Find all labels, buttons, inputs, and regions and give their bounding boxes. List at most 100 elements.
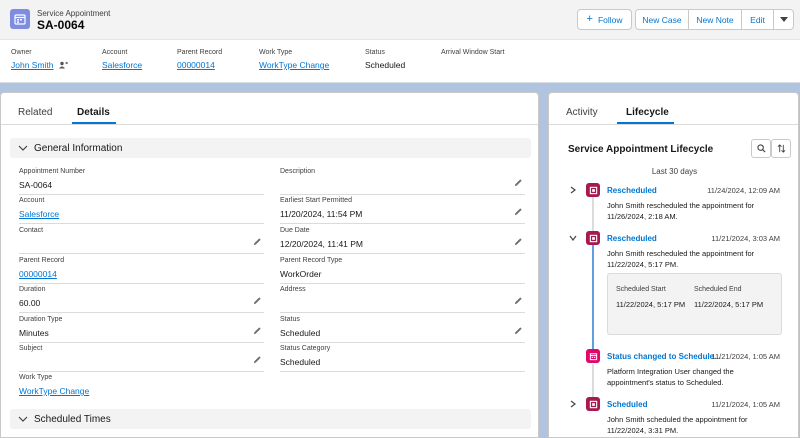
field-earliest-start: Earliest Start Permitted 11/20/2024, 11:…: [280, 197, 525, 224]
timeline-item-title[interactable]: Rescheduled: [607, 186, 657, 195]
highlight-work-type: Work Type WorkType Change: [259, 49, 329, 70]
change-owner-icon[interactable]: [58, 61, 68, 71]
field-label: Subject: [19, 345, 43, 352]
left-tab-bar: Related Details: [1, 93, 538, 125]
record-header-top: Service Appointment SA-0064 + Follow New…: [0, 0, 800, 40]
work-type-link[interactable]: WorkType Change: [259, 60, 329, 70]
field-subject: Subject: [19, 345, 264, 372]
new-case-button[interactable]: New Case: [635, 9, 689, 30]
chevron-down-icon: [18, 145, 28, 151]
account-label: Account: [102, 49, 128, 56]
chevron-right-icon[interactable]: [569, 186, 577, 194]
tab-lifecycle[interactable]: Lifecycle: [626, 107, 669, 118]
timeline-item-detail-box: Scheduled Start 11/22/2024, 5:17 PM Sche…: [607, 273, 782, 335]
chevron-down-icon: [18, 416, 28, 422]
edit-pencil-icon[interactable]: [514, 207, 523, 216]
lifecycle-range: Last 30 days: [651, 167, 698, 176]
parent-record-link[interactable]: 00000014: [177, 60, 215, 70]
tab-activity[interactable]: Activity: [566, 107, 598, 118]
action-button-group: New Case New Note Edit: [635, 9, 794, 30]
field-label: Appointment Number: [19, 168, 86, 175]
tab-details[interactable]: Details: [77, 107, 110, 118]
timeline-item-date: 11/21/2024, 1:05 AM: [711, 400, 780, 409]
timeline-item-description: John Smith rescheduled the appointment f…: [607, 201, 755, 221]
record-actions: + Follow New Case New Note Edit: [577, 9, 794, 30]
chevron-down-icon[interactable]: [569, 234, 577, 242]
field-status: Status Scheduled: [280, 316, 525, 343]
field-label: Parent Record Type: [280, 257, 343, 264]
section-title: General Information: [34, 142, 123, 154]
field-duration: Duration 60.00: [19, 286, 264, 313]
search-button[interactable]: [751, 139, 771, 158]
section-scheduled-times[interactable]: Scheduled Times: [10, 409, 531, 429]
field-appointment-number: Appointment Number SA-0064: [19, 168, 264, 195]
highlight-parent-record: Parent Record 00000014: [177, 49, 222, 70]
more-actions-button[interactable]: [773, 9, 794, 30]
parent-record-label: Parent Record: [177, 49, 223, 56]
timeline-item-title[interactable]: Scheduled: [607, 400, 647, 409]
account-field-link[interactable]: Salesforce: [19, 209, 59, 219]
timeline-item-title[interactable]: Rescheduled: [607, 234, 657, 243]
work-type-field-link[interactable]: WorkType Change: [19, 386, 89, 396]
active-tab-indicator: [72, 122, 116, 124]
edit-pencil-icon[interactable]: [253, 355, 262, 364]
field-label: Work Type: [19, 374, 53, 381]
timeline-connector: [592, 197, 594, 231]
highlights-panel: Owner John Smith Account Salesforce Pare…: [0, 49, 800, 79]
timeline-item-date: 11/21/2024, 3:03 AM: [711, 234, 780, 243]
highlight-account: Account Salesforce: [102, 49, 142, 70]
arrival-window-label: Arrival Window Start: [441, 49, 505, 56]
object-type-label: Service Appointment: [37, 9, 111, 18]
field-value: Scheduled: [280, 328, 321, 338]
follow-button[interactable]: + Follow: [577, 9, 632, 30]
field-label: Status Category: [280, 345, 331, 352]
edit-pencil-icon[interactable]: [514, 326, 523, 335]
follow-label: Follow: [597, 14, 623, 25]
edit-pencil-icon[interactable]: [514, 237, 523, 246]
scheduled-start-value: 11/22/2024, 5:17 PM: [616, 300, 686, 309]
edit-pencil-icon[interactable]: [253, 237, 262, 246]
timeline-item-title[interactable]: Status changed to Schedule...: [607, 352, 721, 361]
field-label: Parent Record: [19, 257, 65, 264]
service-appointment-event-icon: [586, 231, 600, 245]
plus-icon: +: [586, 13, 593, 25]
work-type-label: Work Type: [259, 49, 293, 56]
owner-link[interactable]: John Smith: [11, 60, 54, 70]
record-name: SA-0064: [37, 18, 85, 32]
field-label: Description: [280, 168, 316, 175]
field-label: Duration Type: [19, 316, 63, 323]
chevron-right-icon[interactable]: [569, 400, 577, 408]
status-label: Status: [365, 49, 385, 56]
sort-button[interactable]: [771, 139, 791, 158]
new-note-button[interactable]: New Note: [688, 9, 742, 30]
timeline-item-description: John Smith scheduled the appointment for…: [607, 415, 748, 435]
field-account: Account Salesforce: [19, 197, 264, 224]
status-change-icon: [586, 349, 600, 363]
chevron-down-icon: [779, 16, 788, 22]
edit-pencil-icon[interactable]: [514, 178, 523, 187]
field-label: Status: [280, 316, 300, 323]
field-label: Earliest Start Permitted: [280, 197, 352, 204]
highlight-arrival-window: Arrival Window Start: [441, 49, 504, 56]
parent-record-field-link[interactable]: 00000014: [19, 269, 57, 279]
field-duration-type: Duration Type Minutes: [19, 316, 264, 343]
scheduled-start-label: Scheduled Start: [616, 286, 666, 293]
account-link[interactable]: Salesforce: [102, 60, 142, 70]
tab-related[interactable]: Related: [18, 107, 52, 118]
edit-pencil-icon[interactable]: [253, 296, 262, 305]
field-value: SA-0064: [19, 180, 53, 190]
active-tab-indicator: [617, 122, 674, 124]
owner-label: Owner: [11, 49, 32, 56]
field-parent-record-type: Parent Record Type WorkOrder: [280, 257, 525, 284]
edit-pencil-icon[interactable]: [253, 326, 262, 335]
service-appointment-event-icon: [586, 397, 600, 411]
field-label: Contact: [19, 227, 44, 234]
edit-button[interactable]: Edit: [741, 9, 774, 30]
edit-pencil-icon[interactable]: [514, 296, 523, 305]
timeline-item-date: 11/24/2024, 12:09 AM: [707, 186, 780, 195]
section-general-information[interactable]: General Information: [10, 138, 531, 158]
timeline-item-description: John Smith rescheduled the appointment f…: [607, 249, 755, 269]
field-value: Scheduled: [280, 357, 321, 367]
lifecycle-title: Service Appointment Lifecycle: [568, 144, 714, 155]
field-label: Address: [280, 286, 306, 293]
